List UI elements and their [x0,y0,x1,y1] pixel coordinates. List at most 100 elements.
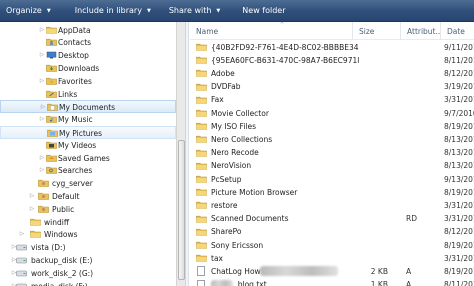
file-row[interactable]: Nero Recode 8/13/201 [190,146,474,159]
file-row[interactable]: PcSetup 9/13/201 [190,173,474,186]
videos-folder-icon [46,141,57,149]
folder-icon [196,188,207,196]
file-date: 8/19/201 [444,121,474,131]
nav-item-work-disk-2-g[interactable]: ▷ work_disk_2 (G:) [0,267,176,280]
folder-icon [30,230,41,239]
file-row[interactable]: {40B2FD92-F761-4E4D-8C02-BBBBE34119... 9/… [190,41,474,54]
nav-item-my-pictures[interactable]: My Pictures [0,125,176,139]
nav-item-saved-games[interactable]: ▷ Saved Games [0,152,176,165]
folder-icon [196,122,207,130]
include-in-library-button[interactable]: Include in library ▼ [69,0,157,22]
file-row[interactable]: {95EA60FC-B631-470C-98A7-B6EC9718EE... 8/… [190,54,474,67]
file-date: 8/12/201 [444,227,474,237]
expand-arrow-icon[interactable]: ▷ [38,26,46,34]
file-row[interactable]: Picture Motion Browser 8/19/201 [190,186,474,199]
file-name: Nero Recode [211,148,259,158]
organize-button[interactable]: Organize ▼ [0,0,57,22]
share-with-button[interactable]: Share with ▼ [163,0,226,22]
file-size: 2 KB [370,266,388,276]
chevron-down-icon: ▼ [216,7,221,14]
nav-item-backup-disk-e[interactable]: ▷ backup_disk (E:) [0,254,176,267]
file-date: 8/19/201 [444,240,474,250]
expand-arrow-icon[interactable]: ▷ [39,103,47,111]
file-row[interactable]: Adobe 8/12/201 [190,67,474,80]
file-row[interactable]: DVDFab 3/19/201 [190,80,474,93]
expand-arrow-icon[interactable]: ▷ [28,205,36,213]
nav-item-downloads[interactable]: Downloads [0,62,176,75]
folder-icon [196,201,207,210]
nav-item-label: Searches [58,166,93,176]
nav-item-label: backup_disk (E:) [31,255,93,265]
file-row[interactable]: tax 3/31/201 [190,252,474,265]
expand-arrow-icon[interactable]: ▷ [38,154,46,162]
file-date: 3/31/201 [444,253,474,263]
file-name: Nero Collections [211,134,273,144]
file-row[interactable]: NeroVision 8/13/201 [190,159,474,172]
nav-item-my-videos[interactable]: My Videos [0,139,176,152]
file-row[interactable]: SharePo 8/12/201 [190,225,474,238]
nav-item-default[interactable]: ▷ Default [0,190,176,203]
column-header-name-label: Name [196,26,219,36]
pane-splitter[interactable] [186,22,189,286]
file-date: 9/7/2010 [444,108,474,118]
file-row[interactable]: Scanned Documents RD 3/31/201 [190,212,474,225]
nav-item-media-disk-f[interactable]: ▷ media_disk (F:) [0,280,176,286]
drive-icon [16,256,27,264]
nav-item-windows[interactable]: ▷ Windows [0,228,176,241]
file-row[interactable]: _blog.txt1 KBA8/11/201 [190,278,474,286]
nav-item-cyg-server[interactable]: cyg_server [0,177,176,190]
nav-item-appdata[interactable]: ▷ AppData [0,24,176,37]
nav-item-searches[interactable]: ▷ Searches [0,164,176,177]
file-row[interactable]: ChatLog How2 KBA8/19/201 [190,265,474,278]
file-name: PcSetup [211,174,242,184]
organize-label: Organize [6,6,42,15]
column-header-name[interactable]: Name [190,22,353,40]
scrollbar-thumb[interactable] [178,140,185,280]
redacted-text [211,279,233,286]
file-date: 8/12/201 [444,68,474,78]
expand-arrow-icon[interactable]: ▷ [18,230,26,238]
expand-arrow-icon[interactable]: ▷ [28,192,36,200]
file-date: 9/13/201 [444,174,474,184]
documents-folder-icon [47,103,58,112]
nav-item-my-documents[interactable]: ▷ My Documents [0,100,176,114]
folder-icon [196,228,207,236]
nav-item-desktop[interactable]: ▷ Desktop [0,49,176,62]
nav-item-label: work_disk_2 (G:) [31,268,94,278]
folder-icon [196,241,207,249]
file-date: 3/31/201 [444,95,474,105]
expand-arrow-icon[interactable]: ▷ [38,115,46,123]
file-name: restore [211,200,238,210]
nav-item-windiff[interactable]: windiff [0,216,176,229]
column-header-date[interactable]: Date [441,22,474,40]
file-date: 8/13/201 [444,148,474,158]
nav-item-vista-d[interactable]: ▷ vista (D:) [0,241,176,254]
file-row[interactable]: Fax 3/31/201 [190,93,474,106]
column-header-size[interactable]: Size [353,22,401,40]
nav-item-favorites[interactable]: ▷ Favorites [0,75,176,88]
file-row[interactable]: Sony Ericsson 8/19/201 [190,239,474,252]
file-attributes: A [406,280,412,286]
nav-item-links[interactable]: Links [0,88,176,101]
folder-icon [196,215,207,223]
nav-item-label: Windows [44,230,78,240]
new-folder-button[interactable]: New folder [236,0,291,22]
folder-icon [38,192,49,200]
nav-item-contacts[interactable]: Contacts [0,36,176,49]
file-name: {40B2FD92-F761-4E4D-8C02-BBBBE34119... [211,42,359,52]
expand-arrow-icon[interactable]: ▷ [38,77,46,85]
navigation-scrollbar[interactable] [176,22,186,286]
expand-arrow-icon[interactable]: ▷ [38,51,46,59]
nav-item-public[interactable]: ▷ Public [0,203,176,216]
expand-arrow-icon[interactable]: ▷ [38,166,46,174]
folder-icon [46,26,57,34]
nav-item-my-music[interactable]: ▷ My Music [0,113,176,126]
file-row[interactable]: Movie Collector 9/7/2010 [190,107,474,120]
file-date: 3/19/201 [444,82,474,92]
text-file-icon [197,279,205,286]
file-row[interactable]: Nero Collections 8/13/201 [190,133,474,146]
file-row[interactable]: My ISO Files 8/19/201 [190,120,474,133]
file-row[interactable]: restore 3/31/201 [190,199,474,212]
column-header-attributes[interactable]: Attribut... [401,22,441,40]
desktop-folder-icon [46,51,57,59]
